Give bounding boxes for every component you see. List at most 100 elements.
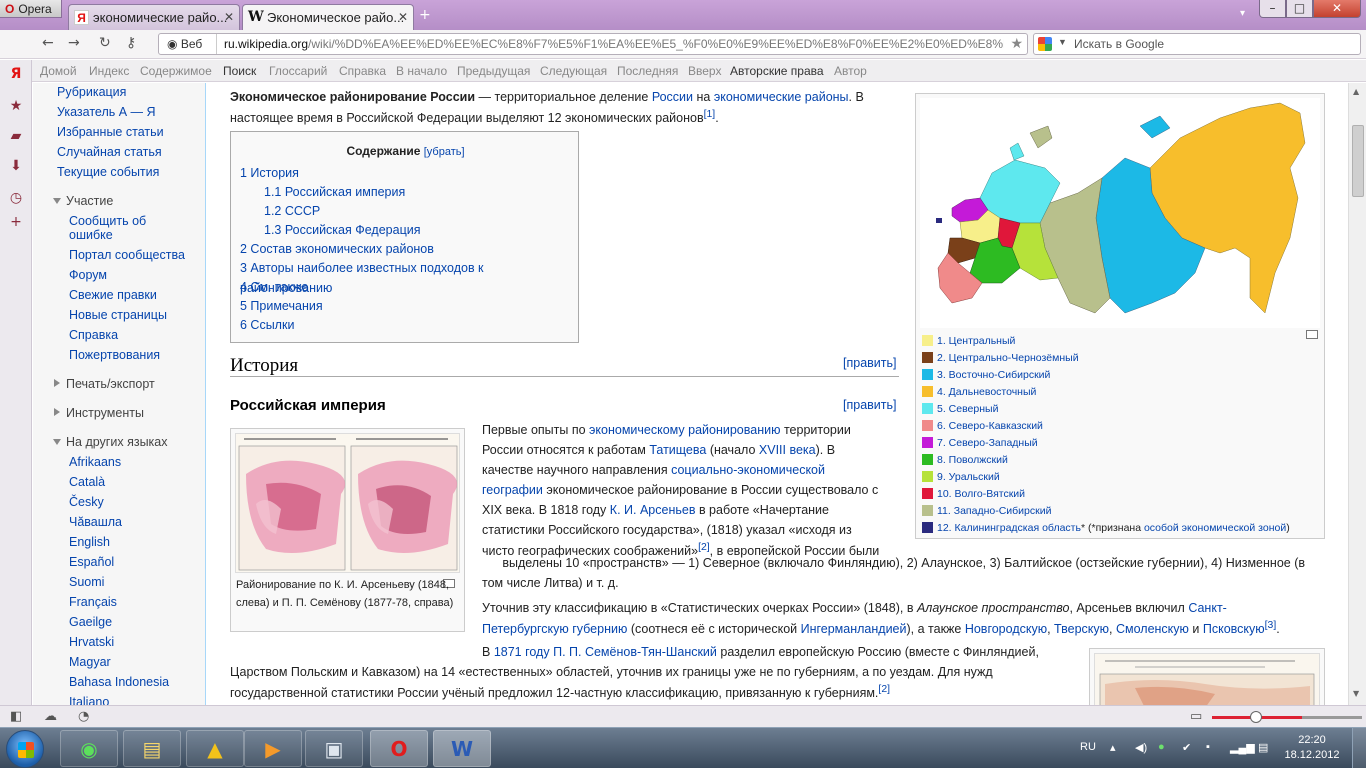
tab-yandex-search[interactable]: Я экономические райо... ✕ — [68, 4, 240, 30]
link-18th-century[interactable]: XVIII века — [759, 443, 816, 457]
sidebar-link-new-pages[interactable]: Новые страницы — [69, 308, 167, 322]
arsenyev-semenov-map-image[interactable] — [235, 433, 460, 573]
tray-volume-icon[interactable]: ◀) — [1135, 741, 1147, 754]
sidebar-link-help[interactable]: Справка — [69, 328, 118, 342]
zoom-slider-knob[interactable] — [1250, 711, 1262, 723]
legend-link-11[interactable]: 11. Западно-Сибирский — [937, 505, 1051, 517]
address-field[interactable]: ◉ Веб ru.wikipedia.org/wiki/%DD%EA%EE%ED… — [158, 33, 1028, 55]
edit-empire-link[interactable]: [править] — [843, 398, 896, 412]
nav-link-last[interactable]: Последняя — [617, 64, 678, 78]
link-smolensk[interactable]: Смоленскую — [1116, 622, 1189, 636]
tray-network-icon[interactable]: ▤ — [1258, 741, 1268, 754]
opera-unite-cloud-icon[interactable]: ☁ — [44, 709, 57, 724]
link-novgorod[interactable]: Новгородскую — [965, 622, 1047, 636]
lang-link-croatian[interactable]: Hrvatski — [69, 635, 114, 649]
legend-link-7[interactable]: 7. Северо-Западный — [937, 437, 1038, 449]
sidebar-link-forum[interactable]: Форум — [69, 268, 107, 282]
scroll-down-icon[interactable]: ▼ — [1353, 689, 1359, 698]
toc-item-ussr[interactable]: 1.2 СССР — [264, 201, 320, 221]
tray-signal-icon[interactable]: ▂▄▆ — [1230, 741, 1255, 754]
ref-2-link[interactable]: [2] — [698, 542, 710, 553]
bookmark-star-icon[interactable]: ★ — [1010, 35, 1023, 52]
lang-link-catalan[interactable]: Català — [69, 475, 105, 489]
sidebar-section-tools[interactable]: Инструменты — [54, 406, 144, 420]
scrollbar-thumb[interactable] — [1352, 125, 1364, 197]
view-icon[interactable]: ▭ — [1190, 709, 1202, 724]
opera-menu-button[interactable]: O Opera — [0, 0, 62, 18]
new-tab-button[interactable]: + — [419, 7, 431, 23]
sidebar-section-participation[interactable]: Участие — [52, 194, 113, 208]
nav-link-index[interactable]: Индекс — [89, 64, 129, 78]
nav-link-previous[interactable]: Предыдущая — [457, 64, 530, 78]
thumbnail-rittich-map[interactable] — [1089, 648, 1325, 705]
start-button[interactable] — [6, 730, 44, 768]
toc-hide-link[interactable]: [убрать] — [424, 146, 465, 158]
sidebar-link-report-error-2[interactable]: ошибке — [69, 228, 113, 242]
link-spb-gubernia[interactable]: Санкт- — [1188, 601, 1227, 615]
notes-icon[interactable]: ▰ — [8, 128, 24, 144]
nav-link-up[interactable]: Вверх — [688, 64, 721, 78]
sidebar-link-rubrication[interactable]: Рубрикация — [57, 85, 126, 99]
tray-security-icon[interactable]: ✔ — [1182, 741, 1191, 754]
link-arsenyev[interactable]: К. И. Арсеньев — [610, 503, 696, 517]
maximize-button[interactable]: □ — [1286, 0, 1313, 18]
forward-icon[interactable]: → — [68, 35, 80, 51]
taskbar-opera-icon[interactable]: O — [370, 730, 428, 767]
edit-history-link[interactable]: [править] — [843, 356, 896, 370]
legend-link-10[interactable]: 10. Волго-Вятский — [937, 488, 1025, 500]
nav-link-home[interactable]: Домой — [40, 64, 77, 78]
tab-close-icon[interactable]: ✕ — [224, 10, 234, 24]
nav-link-author[interactable]: Автор — [834, 64, 867, 78]
legend-link-9[interactable]: 9. Уральский — [937, 471, 1000, 483]
search-engine-dropdown-icon[interactable]: ▼ — [1058, 37, 1067, 47]
tab-close-icon[interactable]: ✕ — [398, 10, 408, 24]
nav-link-glossary[interactable]: Глоссарий — [269, 64, 327, 78]
toc-item-empire[interactable]: 1.1 Российская империя — [264, 182, 405, 202]
link-tver[interactable]: Тверскую — [1054, 622, 1109, 636]
lang-link-hungarian[interactable]: Magyar — [69, 655, 111, 669]
toc-item-composition[interactable]: 2 Состав экономических районов — [240, 239, 434, 259]
back-icon[interactable]: ← — [42, 35, 54, 51]
taskbar-explorer-icon[interactable]: ▤ — [123, 730, 181, 767]
nav-link-copyright[interactable]: Авторские права — [730, 64, 824, 78]
taskbar-clock[interactable]: 22:20 18.12.2012 — [1282, 733, 1342, 763]
lang-link-czech[interactable]: Česky — [69, 495, 104, 509]
taskbar-word-icon[interactable]: W — [433, 730, 491, 767]
nav-link-next[interactable]: Следующая — [540, 64, 607, 78]
taskbar-media-player-icon[interactable]: ▶ — [244, 730, 302, 767]
taskbar-scanner-icon[interactable]: ▣ — [305, 730, 363, 767]
thumbnail-arsenyev-map[interactable]: Районирование по К. И. Арсеньеву (1848, … — [230, 428, 465, 632]
ref-3-link[interactable]: [3] — [1265, 620, 1277, 631]
google-icon[interactable] — [1038, 37, 1052, 51]
link-pskov[interactable]: Псковскую — [1203, 622, 1265, 636]
lang-link-afrikaans[interactable]: Afrikaans — [69, 455, 121, 469]
site-info-badge[interactable]: ◉ Веб — [159, 34, 217, 54]
vertical-scrollbar[interactable]: ▲ ▼ — [1348, 83, 1366, 705]
toc-item-notes[interactable]: 5 Примечания — [240, 296, 323, 316]
yandex-panel-icon[interactable]: Я — [8, 66, 24, 82]
toc-item-federation[interactable]: 1.3 Российская Федерация — [264, 220, 420, 240]
legend-link-1[interactable]: 1. Центральный — [937, 335, 1015, 347]
add-panel-icon[interactable]: + — [8, 214, 24, 230]
tray-language-indicator[interactable]: RU — [1080, 741, 1096, 753]
taskbar-network-app-icon[interactable]: ◉ — [60, 730, 118, 767]
rittich-map-image[interactable] — [1094, 653, 1320, 705]
bookmarks-star-icon[interactable]: ★ — [8, 98, 24, 114]
lang-link-indonesian[interactable]: Bahasa Indonesia — [69, 675, 169, 689]
sidebar-section-languages[interactable]: На других языках — [53, 435, 168, 449]
ref-2b-link[interactable]: [2] — [878, 684, 890, 695]
link-socio-economic[interactable]: социально-экономической — [671, 463, 825, 477]
legend-note-link[interactable]: особой экономической зоной — [1144, 522, 1286, 534]
link-economic-regions[interactable]: экономические районы — [714, 90, 849, 104]
sidebar-section-print[interactable]: Печать/экспорт — [54, 377, 155, 391]
toc-item-see-also[interactable]: 4 См. также — [240, 277, 308, 297]
lang-link-spanish[interactable]: Español — [69, 555, 114, 569]
panel-toggle-icon[interactable]: ◧ — [10, 709, 22, 724]
lang-link-finnish[interactable]: Suomi — [69, 575, 104, 589]
lang-link-french[interactable]: Français — [69, 595, 117, 609]
nav-link-help[interactable]: Справка — [339, 64, 386, 78]
nav-link-contents[interactable]: Содержимое — [140, 64, 212, 78]
search-field[interactable]: ▼ Искать в Google — [1033, 33, 1361, 55]
tray-device-icon[interactable]: ▪ — [1206, 741, 1210, 753]
legend-link-2[interactable]: 2. Центрально-Чернозёмный — [937, 352, 1079, 364]
